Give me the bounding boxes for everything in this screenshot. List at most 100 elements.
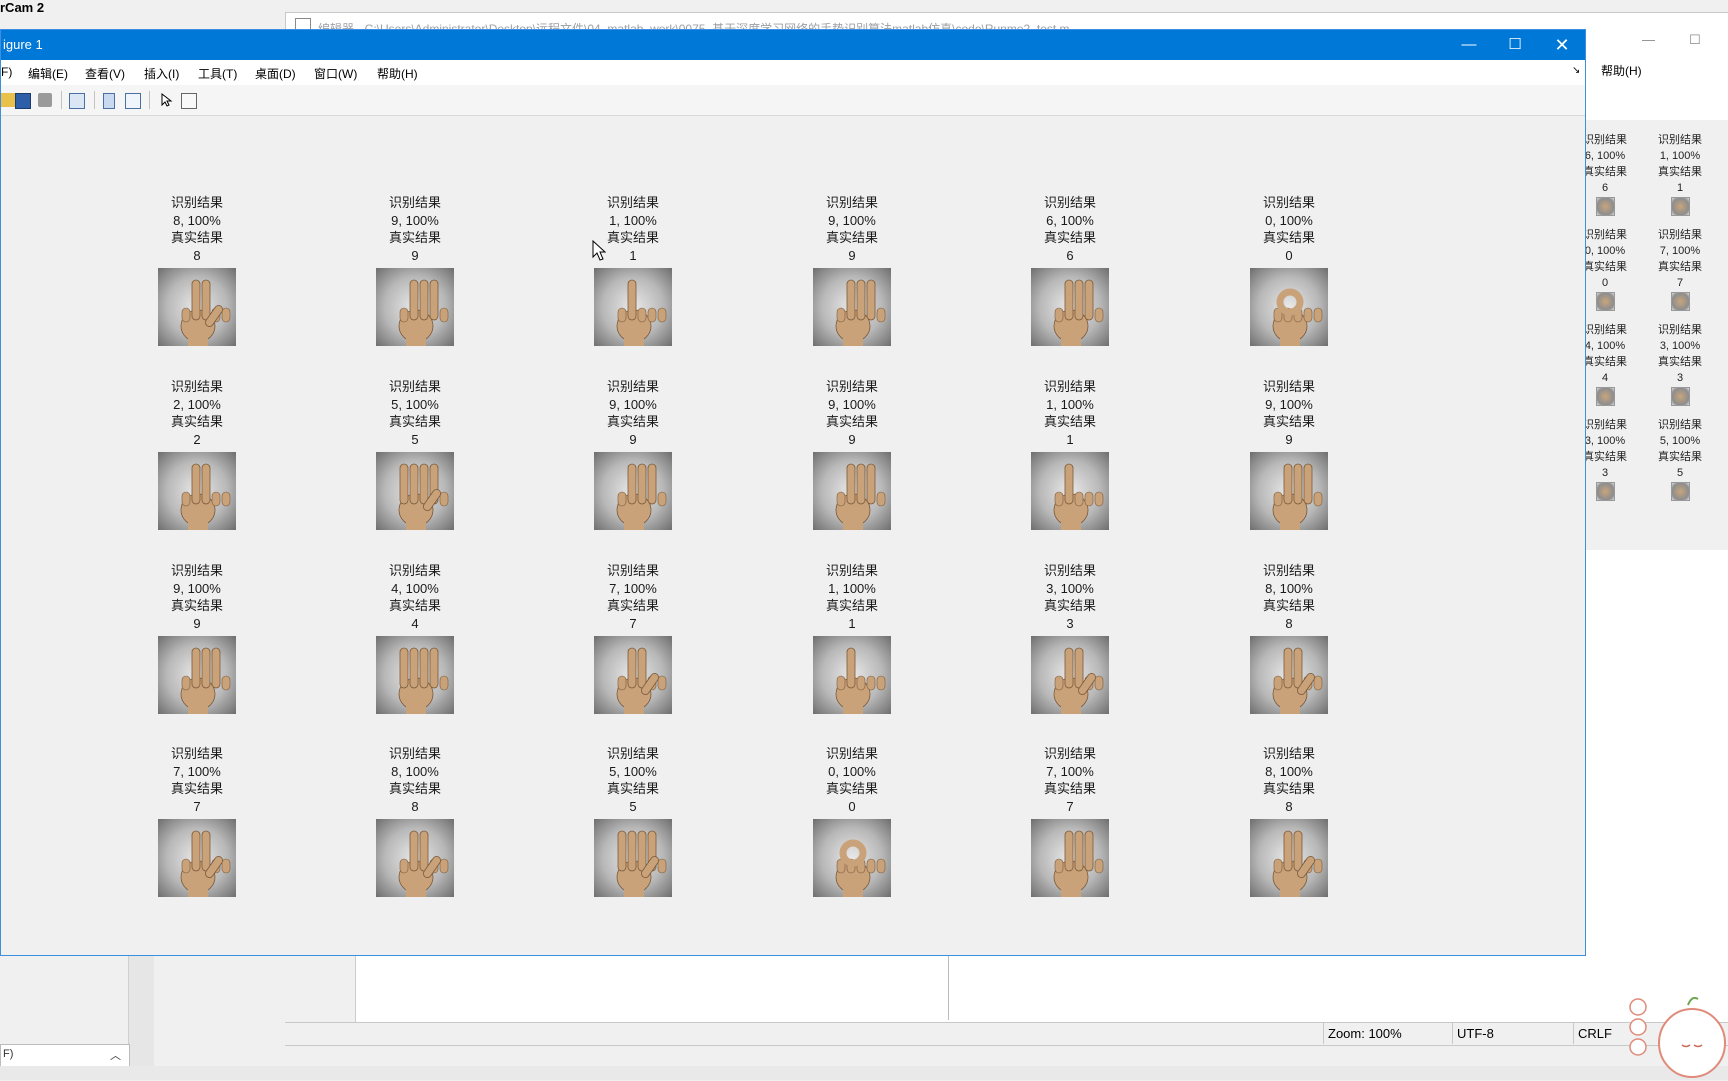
- truth-label: 真实结果: [170, 230, 223, 245]
- result-cell: 识别结果 9, 100% 真实结果 9: [573, 378, 693, 530]
- truth-label: 真实结果: [825, 781, 878, 796]
- property-editor-icon[interactable]: [181, 93, 197, 109]
- truth-value: 9: [193, 615, 201, 631]
- close-icon: ✕: [1554, 35, 1570, 55]
- truth-label: 真实结果: [825, 230, 878, 245]
- prediction-label: 识别结果: [606, 746, 659, 761]
- legend-icon[interactable]: [125, 93, 141, 109]
- figure-title-bar[interactable]: igure 1 — ☐ ✕: [1, 30, 1585, 60]
- hand-gesture-image: [1031, 452, 1109, 530]
- truth-value: 0: [1285, 247, 1293, 263]
- taskbar-strip: [0, 1066, 1728, 1080]
- minimize-button[interactable]: —: [1446, 30, 1492, 60]
- pointer-icon[interactable]: [159, 92, 173, 107]
- prediction-label: 识别结果: [1043, 379, 1096, 394]
- hand-gesture-image: [1031, 636, 1109, 714]
- result-cell: 识别结果 1, 100% 真实结果 1: [1010, 378, 1130, 530]
- truth-label: 真实结果: [388, 230, 441, 245]
- prediction-value: 8, 100%: [1265, 580, 1313, 596]
- prediction-value: 7, 100%: [609, 580, 657, 596]
- prediction-value: 9, 100%: [828, 212, 876, 228]
- save-icon[interactable]: [15, 93, 31, 109]
- figure-window[interactable]: igure 1 — ☐ ✕ F) 编辑(E) 查看(V) 插入(I) 工具(T)…: [0, 29, 1586, 956]
- menu-file[interactable]: F): [1, 65, 12, 79]
- hand-gesture-image: [594, 636, 672, 714]
- truth-value: 8: [193, 247, 201, 263]
- bg-maximize-button[interactable]: ☐: [1689, 32, 1701, 48]
- result-cell: 识别结果 2, 100% 真实结果 2: [137, 378, 257, 530]
- prediction-label: 识别结果: [1262, 195, 1315, 210]
- menu-edit[interactable]: 编辑(E): [28, 65, 68, 82]
- print-icon[interactable]: [38, 93, 52, 107]
- truth-value: 8: [1285, 798, 1293, 814]
- background-result-text: 识别结果: [1658, 419, 1702, 431]
- hand-gesture-image: [1250, 268, 1328, 346]
- hand-gesture-image: [158, 819, 236, 897]
- result-cell: 识别结果 8, 100% 真实结果 8: [1229, 745, 1349, 897]
- prediction-label: 识别结果: [1262, 563, 1315, 578]
- prediction-label: 识别结果: [606, 195, 659, 210]
- status-bar: Zoom: 100% UTF-8 CRLF: [285, 1022, 1728, 1045]
- truth-label: 真实结果: [606, 781, 659, 796]
- status-encoding: UTF-8: [1452, 1023, 1573, 1044]
- prediction-label: 识别结果: [170, 379, 223, 394]
- prediction-value: 0, 100%: [828, 763, 876, 779]
- prediction-value: 8, 100%: [391, 763, 439, 779]
- background-hand-thumbnail: [1670, 387, 1690, 406]
- hand-gesture-image: [813, 268, 891, 346]
- minimize-icon: —: [1461, 36, 1477, 53]
- hand-gesture-image: [158, 452, 236, 530]
- open-icon[interactable]: [1, 93, 15, 107]
- truth-label: 真实结果: [388, 414, 441, 429]
- colorbar-icon[interactable]: [103, 93, 115, 109]
- truth-label: 真实结果: [1043, 781, 1096, 796]
- left-dropdown[interactable]: F) ︿: [0, 1044, 130, 1068]
- mouse-cursor-icon: [592, 240, 607, 261]
- truth-value: 3: [1066, 615, 1074, 631]
- result-cell: 识别结果 6, 100% 真实结果 6: [1010, 194, 1130, 346]
- result-cell: 识别结果 9, 100% 真实结果 9: [792, 378, 912, 530]
- prediction-value: 2, 100%: [173, 396, 221, 412]
- app-title: rCam 2: [0, 0, 45, 15]
- toolbar: [1, 85, 1585, 116]
- menu-insert[interactable]: 插入(I): [144, 65, 179, 82]
- close-button[interactable]: ✕: [1539, 30, 1585, 60]
- hand-gesture-image: [594, 268, 672, 346]
- prediction-label: 识别结果: [606, 379, 659, 394]
- background-result-text: 7, 100%: [1659, 245, 1701, 257]
- result-cell: 识别结果 8, 100% 真实结果 8: [137, 194, 257, 346]
- background-hand-thumbnail: [1595, 387, 1615, 406]
- menu-help[interactable]: 帮助(H): [377, 65, 418, 82]
- maximize-button[interactable]: ☐: [1492, 30, 1538, 60]
- truth-label: 真实结果: [388, 598, 441, 613]
- background-result-text: 3, 100%: [1659, 340, 1701, 352]
- bg-minimize-button[interactable]: —: [1642, 32, 1655, 47]
- prediction-value: 6, 100%: [1046, 212, 1094, 228]
- hand-gesture-image: [158, 636, 236, 714]
- hand-gesture-image: [594, 819, 672, 897]
- menu-desktop[interactable]: 桌面(D): [255, 65, 296, 82]
- prediction-value: 1, 100%: [609, 212, 657, 228]
- link-plot-icon[interactable]: [69, 93, 85, 109]
- menu-tools[interactable]: 工具(T): [198, 65, 237, 82]
- prediction-value: 9, 100%: [609, 396, 657, 412]
- bg-menu-help[interactable]: 帮助(H): [1601, 62, 1642, 79]
- truth-value: 7: [1066, 798, 1074, 814]
- result-cell: 识别结果 9, 100% 真实结果 9: [1229, 378, 1349, 530]
- background-result-text: 真实结果: [1658, 261, 1702, 273]
- truth-label: 真实结果: [1262, 781, 1315, 796]
- result-cell: 识别结果 9, 100% 真实结果 9: [137, 562, 257, 714]
- prediction-value: 1, 100%: [828, 580, 876, 596]
- chevron-up-icon: ︿: [110, 1050, 121, 1062]
- menu-bar: F) 编辑(E) 查看(V) 插入(I) 工具(T) 桌面(D) 窗口(W) 帮…: [1, 60, 1585, 86]
- hand-gesture-image: [594, 452, 672, 530]
- result-cell: 识别结果 7, 100% 真实结果 7: [137, 745, 257, 897]
- menu-view[interactable]: 查看(V): [85, 65, 125, 82]
- truth-value: 8: [1285, 615, 1293, 631]
- truth-label: 真实结果: [170, 598, 223, 613]
- prediction-label: 识别结果: [170, 563, 223, 578]
- dock-arrow-icon[interactable]: ↘: [1572, 65, 1580, 76]
- result-cell: 识别结果 1, 100% 真实结果 1: [792, 562, 912, 714]
- result-cell: 识别结果 5, 100% 真实结果 5: [355, 378, 475, 530]
- menu-window[interactable]: 窗口(W): [314, 65, 357, 82]
